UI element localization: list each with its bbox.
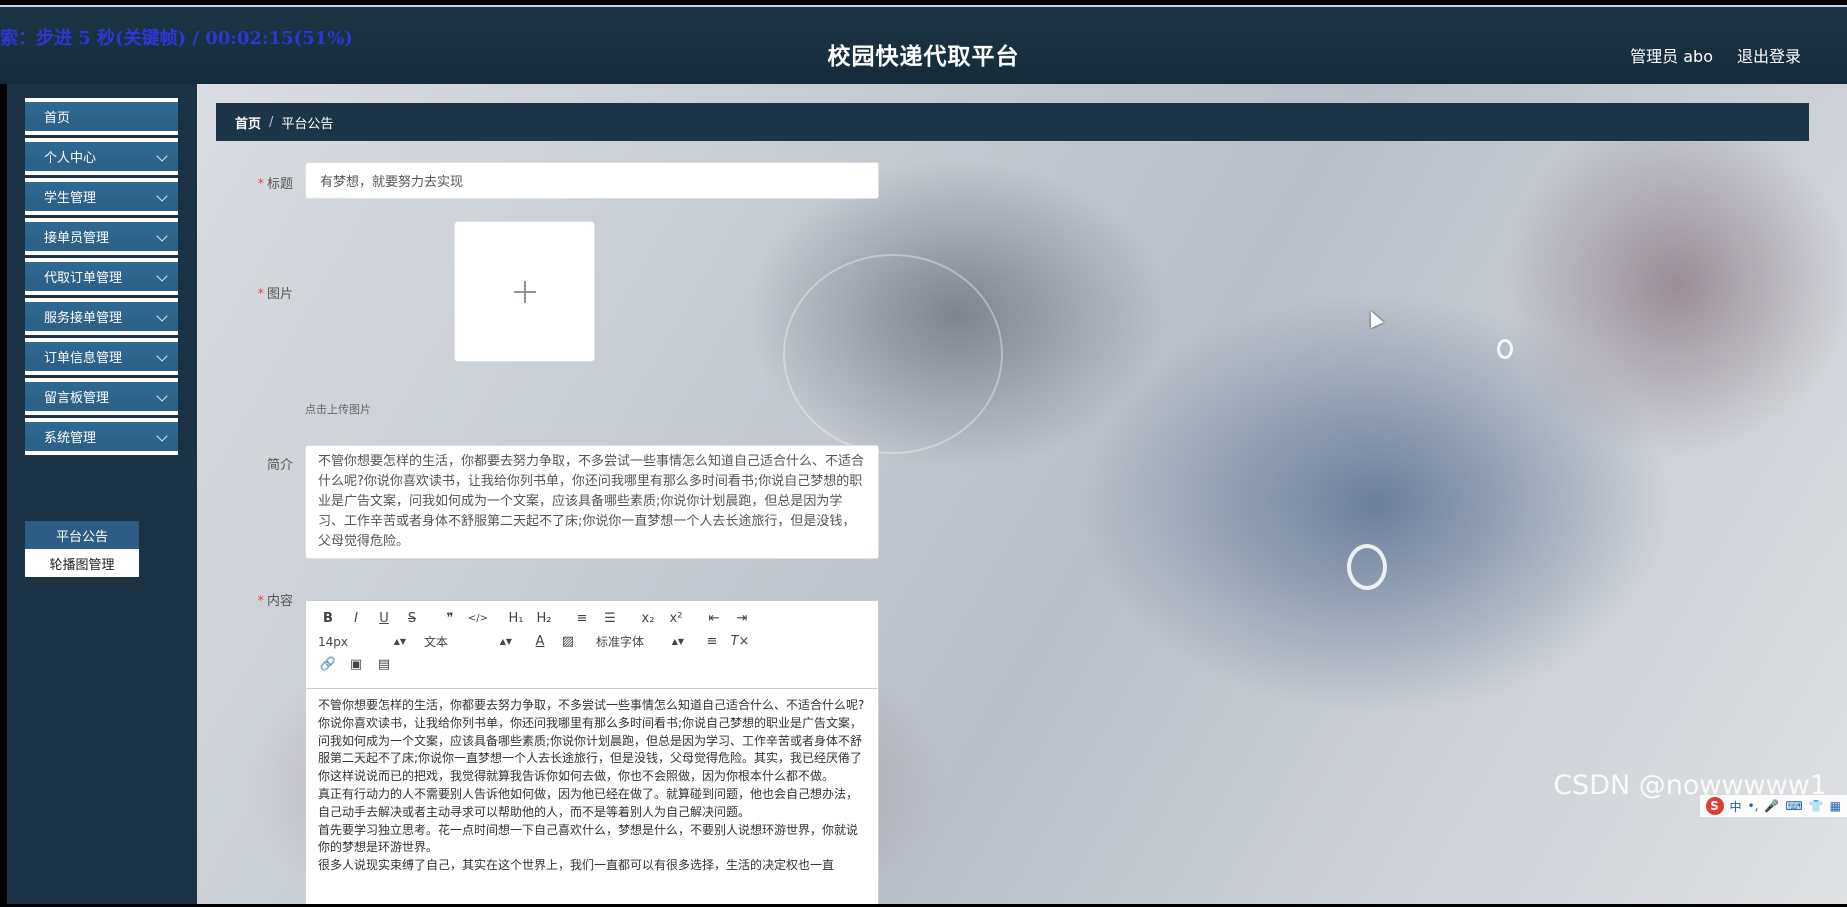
image-label: * 图片 [257,287,293,302]
sidebar-item-personal-center[interactable]: 个人中心 [25,138,178,175]
ime-mode[interactable]: 中 [1730,798,1742,815]
header-actions: 管理员 abo 退出登录 [1630,43,1801,67]
sidebar-item-label: 订单信息管理 [44,351,123,366]
background-decoration [1497,339,1513,359]
blockquote-icon[interactable]: ❞ [436,608,464,630]
underline-button[interactable]: U [370,608,398,630]
sidebar-item-label: 首页 [44,111,71,126]
punctuation-icon[interactable]: •, [1748,799,1759,813]
editor-paragraph: 不管你想要怎样的生活，你都要去努力争取，不多尝试一些事情怎么知道自己适合什么、不… [318,698,865,712]
updown-arrow-icon: ▲▼ [393,637,406,646]
ime-toolbar[interactable]: S 中 •, 🎤 ⌨ 👕 ▦ [1699,795,1847,817]
admin-username: 管理员 abo [1630,47,1713,66]
keyboard-icon[interactable]: ⌨ [1785,799,1802,813]
align-icon[interactable]: ≡ [698,631,726,653]
intro-textarea[interactable]: 不管你想要怎样的生活，你都要去努力争取，不多尝试一些事情怎么知道自己适合什么、不… [305,445,879,559]
upload-tip: 点击上传图片 [305,403,371,416]
sidebar-item-order-info-management[interactable]: 订单信息管理 [25,338,178,375]
chevron-down-icon [156,310,168,322]
editor-paragraph: 你说你喜欢读书，让我给你列书单，你还问我哪里有那么多时间看书;你说自己梦想的职业… [318,715,863,784]
grid-icon[interactable]: ▦ [1830,799,1841,813]
top-header: 索：步进 5 秒(关键帧) / 00:02:15(51%) 校园快递代取平台 管… [0,5,1847,84]
indent-icon[interactable]: ⇥ [728,608,756,630]
sidebar-item-label: 学生管理 [44,191,97,206]
editor-toolbar: B I U S ❞ </> H₁ H₂ ≡ ☰ x₂ x² ⇤ ⇥ 14px ▲… [306,601,878,689]
video-icon[interactable]: ▤ [370,654,398,676]
outdent-icon[interactable]: ⇤ [700,608,728,630]
chevron-down-icon [156,150,168,162]
sidebar-item-courier-management[interactable]: 接单员管理 [25,218,178,255]
heading1-button[interactable]: H₁ [502,608,530,630]
app-title: 校园快递代取平台 [827,44,1020,70]
microphone-icon[interactable]: 🎤 [1764,799,1779,813]
required-marker: * [257,177,264,192]
header-type-select[interactable]: 文本 ▲▼ [420,631,516,653]
title-input[interactable]: 有梦想，就要努力去实现 [305,162,879,199]
sidebar: 首页 个人中心 学生管理 接单员管理 代取订单管理 服务接单管理 订单信息管理 … [7,84,197,904]
sidebar-item-label: 个人中心 [44,151,97,166]
background-decoration [783,254,1003,454]
breadcrumb-separator: / [269,114,274,130]
chevron-down-icon [156,230,168,242]
chevron-down-icon [156,190,168,202]
subscript-button[interactable]: x₂ [634,608,662,630]
clear-format-icon[interactable]: T× [726,631,754,653]
breadcrumb: 首页 / 平台公告 [216,103,1809,141]
title-label: * 标题 [257,177,293,192]
chevron-down-icon [156,430,168,442]
editor-paragraph: 很多人说现实束缚了自己，其实在这个世界上，我们一直都可以有很多选择，生活的决定权… [318,858,835,873]
sidebar-item-student-management[interactable]: 学生管理 [25,178,178,215]
image-icon[interactable]: ▣ [342,654,370,676]
submenu-item-platform-notice[interactable]: 平台公告 [25,521,139,549]
sidebar-item-label: 代取订单管理 [44,271,123,286]
image-upload-button[interactable] [454,221,595,362]
strike-button[interactable]: S [398,608,426,630]
sidebar-item-service-order-management[interactable]: 服务接单管理 [25,298,178,335]
background-color-icon[interactable]: ▨ [554,631,582,653]
font-color-icon[interactable]: A [526,631,554,653]
plus-icon [513,280,536,303]
background-decoration [1347,544,1387,590]
skin-icon[interactable]: 👕 [1809,799,1824,813]
updown-arrow-icon: ▲▼ [499,637,512,646]
sidebar-item-pickup-order-management[interactable]: 代取订单管理 [25,258,178,295]
editor-content[interactable]: 不管你想要怎样的生活，你都要去努力争取，不多尝试一些事情怎么知道自己适合什么、不… [306,689,878,904]
editor-paragraph: 首先要学习独立思考。花一点时间想一下自己喜欢什么，梦想是什么，不要别人说想环游世… [318,822,859,855]
ordered-list-icon[interactable]: ≡ [568,608,596,630]
italic-button[interactable]: I [342,608,370,630]
chevron-down-icon [156,390,168,402]
sidebar-item-label: 接单员管理 [44,231,110,246]
sidebar-item-label: 系统管理 [44,431,97,446]
sidebar-item-label: 留言板管理 [44,391,110,406]
breadcrumb-home[interactable]: 首页 [235,113,261,132]
superscript-button[interactable]: x² [662,608,690,630]
rich-text-editor: B I U S ❞ </> H₁ H₂ ≡ ☰ x₂ x² ⇤ ⇥ 14px ▲… [305,600,879,904]
link-icon[interactable]: 🔗 [314,654,342,676]
code-block-icon[interactable]: </> [464,608,492,630]
submenu-item-carousel-management[interactable]: 轮播图管理 [25,549,139,577]
sidebar-item-label: 服务接单管理 [44,311,123,326]
editor-paragraph: 真正有行动力的人不需要别人告诉他如何做，因为他已经在做了。就算碰到问题，他也会自… [318,786,859,819]
heading2-button[interactable]: H₂ [530,608,558,630]
font-size-select[interactable]: 14px ▲▼ [314,631,410,653]
bold-button[interactable]: B [314,608,342,630]
sogou-ime-icon: S [1705,797,1724,815]
chevron-down-icon [156,270,168,282]
chevron-down-icon [156,350,168,362]
intro-label: 简介 [266,458,293,473]
updown-arrow-icon: ▲▼ [671,637,684,646]
sidebar-item-home[interactable]: 首页 [25,98,178,135]
sidebar-item-message-board-management[interactable]: 留言板管理 [25,378,178,415]
required-marker: * [257,287,264,302]
required-marker: * [257,594,264,609]
breadcrumb-current: 平台公告 [281,116,334,132]
logout-link[interactable]: 退出登录 [1737,43,1801,67]
bullet-list-icon[interactable]: ☰ [596,608,624,630]
font-family-select[interactable]: 标准字体 ▲▼ [592,631,688,653]
sidebar-item-system-management[interactable]: 系统管理 [25,418,178,455]
content-label: * 内容 [257,594,293,609]
